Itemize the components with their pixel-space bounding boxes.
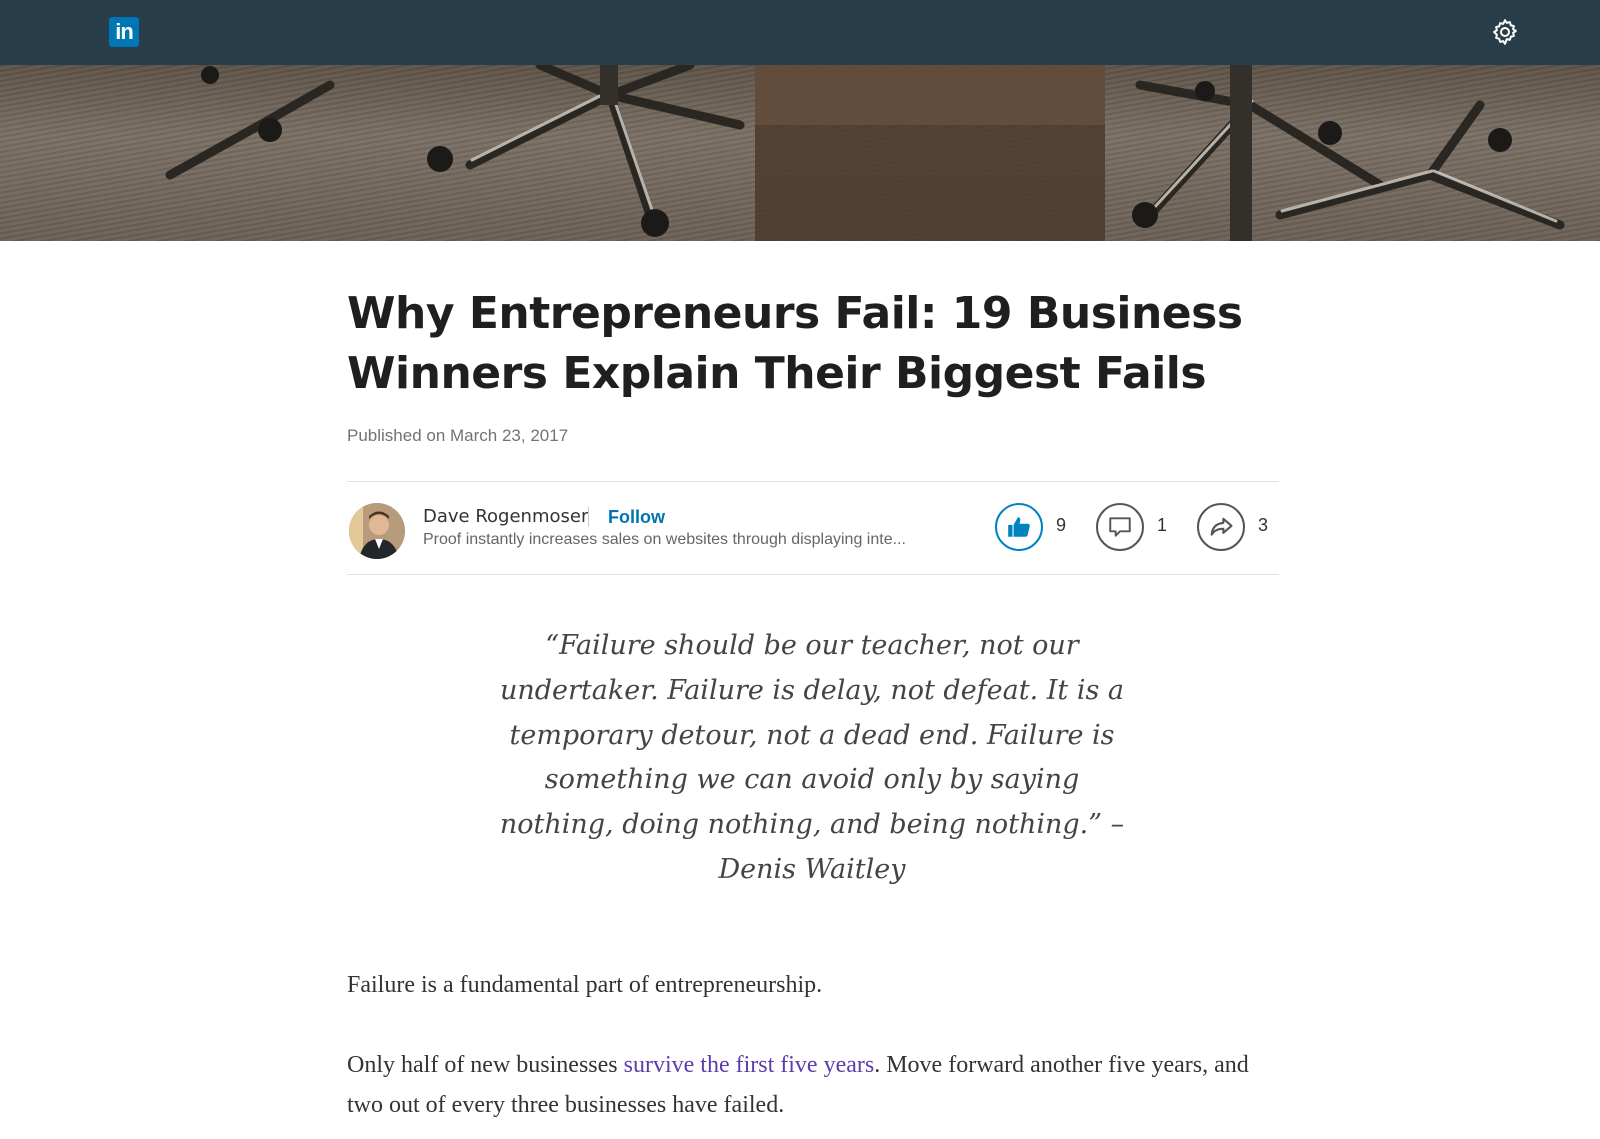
- article-title: Why Entrepreneurs Fail: 19 Business Winn…: [347, 288, 1243, 399]
- author-name[interactable]: Dave Rogenmoser: [423, 506, 588, 527]
- gear-icon[interactable]: [1490, 17, 1520, 47]
- divider-bottom: [347, 574, 1279, 575]
- share-icon: [1210, 517, 1233, 536]
- survive-link[interactable]: survive the first five years: [624, 1052, 875, 1078]
- pull-quote: “Failure should be our teacher, not our …: [499, 630, 1125, 885]
- comment-button[interactable]: [1096, 503, 1144, 551]
- comment-icon: [1109, 517, 1131, 537]
- hero-image: [0, 65, 1600, 241]
- top-nav-bar: in: [0, 0, 1600, 65]
- divider-vertical: [588, 507, 589, 527]
- published-date: Published on March 23, 2017: [347, 426, 569, 445]
- thumbs-up-icon: [1008, 517, 1030, 537]
- paragraph-2-text-start: Only half of new businesses: [347, 1052, 624, 1078]
- paragraph-1: Failure is a fundamental part of entrepr…: [347, 972, 823, 998]
- share-count: 3: [1258, 515, 1269, 535]
- paragraph-2: Only half of new businesses survive the …: [347, 1045, 1277, 1125]
- office-chairs-illustration: [165, 65, 1565, 241]
- divider-top: [347, 481, 1279, 482]
- share-button[interactable]: [1197, 503, 1245, 551]
- linkedin-logo[interactable]: in: [109, 17, 139, 47]
- comment-count: 1: [1157, 515, 1168, 535]
- like-count: 9: [1056, 515, 1067, 535]
- author-headline: Proof instantly increases sales on websi…: [423, 531, 906, 548]
- like-button[interactable]: [995, 503, 1043, 551]
- avatar[interactable]: [349, 503, 405, 559]
- follow-button[interactable]: Follow: [608, 507, 665, 528]
